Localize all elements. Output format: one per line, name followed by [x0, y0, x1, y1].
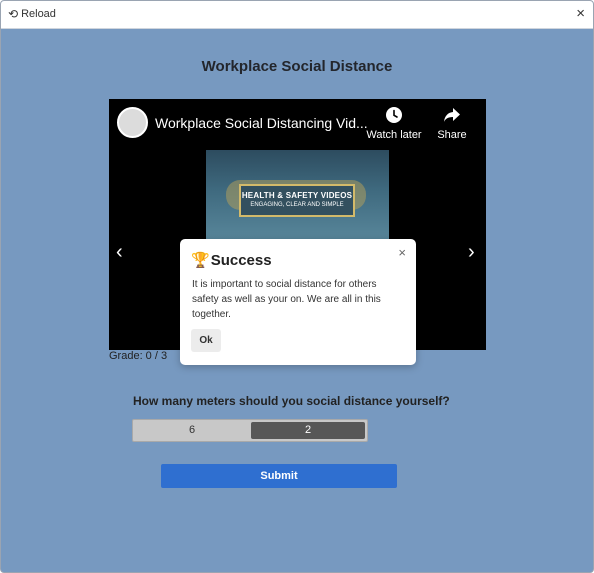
chevron-left-icon[interactable]: ‹: [116, 242, 123, 262]
modal-title-text: Success: [210, 251, 272, 269]
option-2-selected[interactable]: 2: [251, 422, 365, 439]
thumbnail-banner: HEALTH & SAFETY VIDEOS ENGAGING, CLEAR A…: [239, 184, 355, 217]
video-title[interactable]: Workplace Social Distancing Vid...: [155, 115, 368, 131]
share-arrow-icon: [435, 107, 469, 127]
success-modal: × 🏆 Success It is important to social di…: [180, 239, 416, 365]
modal-title: 🏆 Success: [191, 251, 272, 270]
reload-icon: ⟲: [8, 7, 19, 21]
app-window: ⟲ Reload × Workplace Social Distance Wor…: [0, 0, 594, 573]
watch-later-label: Watch later: [366, 129, 422, 141]
modal-close-icon[interactable]: ×: [398, 245, 406, 260]
reload-label: Reload: [21, 8, 56, 20]
question-text: How many meters should you social distan…: [133, 394, 450, 408]
page-title: Workplace Social Distance: [201, 58, 393, 75]
share-button[interactable]: Share: [435, 107, 469, 141]
grade-text: Grade: 0 / 3: [109, 350, 168, 362]
clock-icon: [365, 107, 423, 127]
submit-button[interactable]: Submit: [161, 464, 397, 488]
channel-avatar[interactable]: [117, 107, 148, 138]
title-bar: ⟲ Reload ×: [1, 1, 593, 29]
reload-button[interactable]: ⟲ Reload: [8, 8, 56, 20]
trophy-icon: 🏆: [191, 252, 210, 269]
watch-later-button[interactable]: Watch later: [365, 107, 423, 141]
thumbnail-subline: ENGAGING, CLEAR AND SIMPLE: [250, 202, 344, 208]
close-icon[interactable]: ×: [576, 6, 585, 22]
modal-message: It is important to social distance for o…: [192, 279, 381, 320]
option-6[interactable]: 6: [133, 420, 251, 441]
answer-options: 6 2: [132, 419, 368, 442]
video-thumbnail[interactable]: HEALTH & SAFETY VIDEOS ENGAGING, CLEAR A…: [206, 150, 389, 240]
chevron-right-icon[interactable]: ›: [468, 242, 475, 262]
ok-button[interactable]: Ok: [191, 329, 221, 352]
thumbnail-headline: HEALTH & SAFETY VIDEOS: [241, 191, 353, 200]
share-label: Share: [437, 129, 467, 141]
